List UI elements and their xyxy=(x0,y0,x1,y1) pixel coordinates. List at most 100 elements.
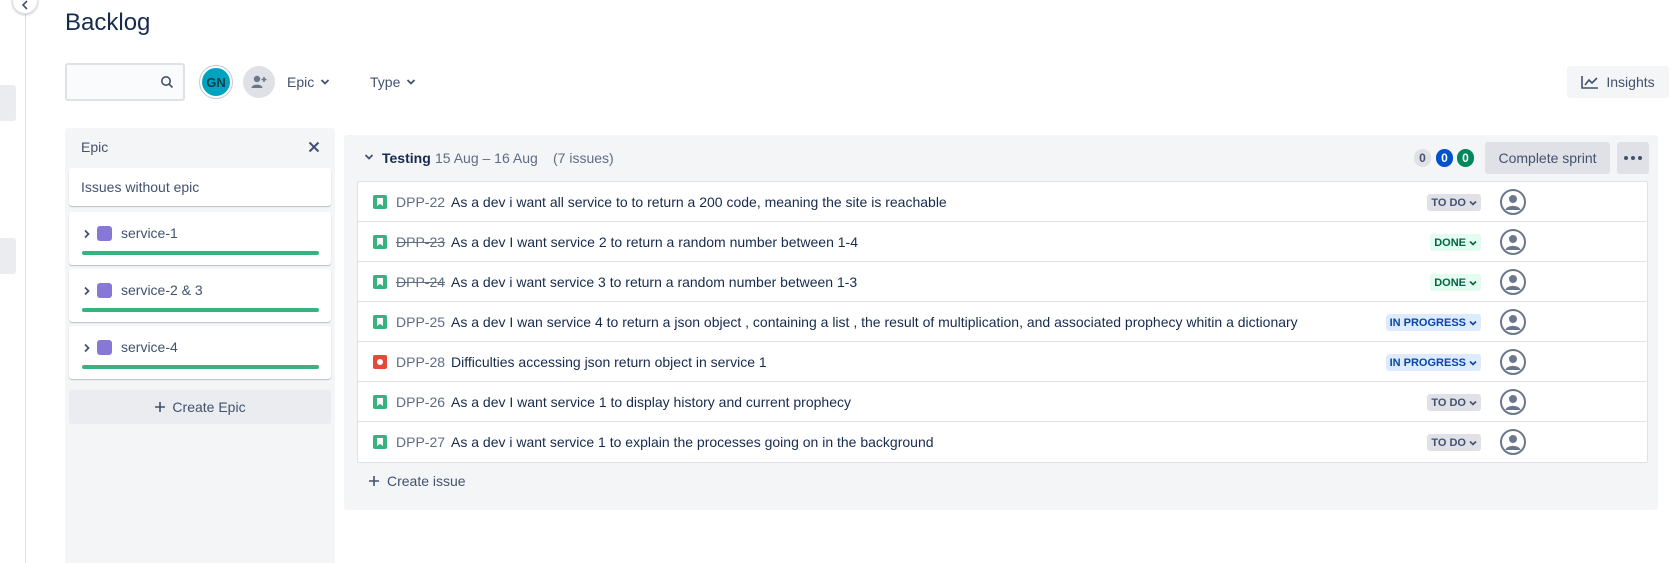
issue-row[interactable]: DPP-24 As a dev i want service 3 to retur… xyxy=(358,262,1647,302)
issue-key[interactable]: DPP-22 xyxy=(396,194,445,210)
chevron-down-icon xyxy=(1469,399,1477,407)
issue-summary[interactable]: As a dev i want service 1 to explain the… xyxy=(451,434,934,450)
issue-row[interactable]: DPP-25 As a dev I wan service 4 to return… xyxy=(358,302,1647,342)
more-actions-button[interactable] xyxy=(1617,142,1649,174)
chevron-down-icon xyxy=(321,79,330,85)
create-epic-label: Create Epic xyxy=(172,399,246,415)
unassigned-avatar-icon[interactable] xyxy=(1500,189,1526,215)
status-dropdown[interactable]: IN PROGRESS xyxy=(1385,354,1481,371)
issue-key[interactable]: DPP-23 xyxy=(396,234,445,250)
status-dropdown[interactable]: TO DO xyxy=(1427,434,1481,451)
epic-name: service-4 xyxy=(121,339,178,355)
status-label: DONE xyxy=(1434,276,1466,289)
page-title: Backlog xyxy=(65,9,151,36)
bug-icon xyxy=(373,355,387,369)
unassigned-avatar-icon[interactable] xyxy=(1500,349,1526,375)
issue-list: DPP-22 As a dev i want all service to to … xyxy=(357,181,1648,463)
chevron-down-icon xyxy=(1469,439,1477,447)
search-input[interactable] xyxy=(65,63,185,101)
epic-filter-dropdown[interactable]: Epic xyxy=(287,70,330,94)
status-dropdown[interactable]: TO DO xyxy=(1427,394,1481,411)
epic-item[interactable]: service-1 xyxy=(69,212,331,265)
epic-color-swatch xyxy=(97,226,112,241)
unassigned-avatar-icon[interactable] xyxy=(1500,389,1526,415)
backlog-page: Backlog GN Epic Type Insights Epic Issue… xyxy=(0,0,1678,563)
avatar[interactable]: GN xyxy=(200,66,232,98)
todo-points-badge: 0 xyxy=(1414,149,1431,167)
chevron-down-icon[interactable] xyxy=(364,152,374,162)
done-points-badge: 0 xyxy=(1457,149,1474,167)
story-icon xyxy=(373,435,387,449)
chevron-down-icon xyxy=(1469,319,1477,327)
issue-summary[interactable]: As a dev I wan service 4 to return a jso… xyxy=(451,314,1298,330)
issue-summary[interactable]: As a dev I want service 1 to display his… xyxy=(451,394,851,410)
issue-summary[interactable]: Difficulties accessing json return objec… xyxy=(451,354,767,370)
chevron-down-icon xyxy=(1469,359,1477,367)
epic-item[interactable]: service-2 & 3 xyxy=(69,269,331,322)
status-label: TO DO xyxy=(1431,436,1466,449)
epic-color-swatch xyxy=(97,283,112,298)
filter-label: Type xyxy=(370,74,401,90)
chart-line-icon xyxy=(1581,76,1599,89)
status-dropdown[interactable]: DONE xyxy=(1430,234,1481,251)
story-icon xyxy=(373,275,387,289)
issue-key[interactable]: DPP-25 xyxy=(396,314,445,330)
type-filter-dropdown[interactable]: Type xyxy=(370,70,416,94)
issue-row[interactable]: DPP-28 Difficulties accessing json return… xyxy=(358,342,1647,382)
issue-summary[interactable]: As a dev I want service 2 to return a ra… xyxy=(451,234,858,250)
status-label: IN PROGRESS xyxy=(1389,316,1466,329)
status-dropdown[interactable]: TO DO xyxy=(1427,194,1481,211)
story-icon xyxy=(373,315,387,329)
unassigned-avatar-icon[interactable] xyxy=(1500,229,1526,255)
status-dropdown[interactable]: DONE xyxy=(1430,274,1481,291)
issue-row[interactable]: DPP-27 As a dev i want service 1 to expla… xyxy=(358,422,1647,462)
issue-key[interactable]: DPP-27 xyxy=(396,434,445,450)
close-icon[interactable] xyxy=(307,140,321,154)
complete-sprint-button[interactable]: Complete sprint xyxy=(1485,142,1610,174)
create-epic-button[interactable]: Create Epic xyxy=(69,390,331,424)
insights-label: Insights xyxy=(1606,74,1655,90)
story-icon xyxy=(373,235,387,249)
filter-label: Epic xyxy=(287,74,315,90)
issue-row[interactable]: DPP-23 As a dev I want service 2 to retur… xyxy=(358,222,1647,262)
create-issue-button[interactable]: Create issue xyxy=(368,473,466,489)
search-icon xyxy=(161,76,174,89)
chevron-left-icon xyxy=(21,0,28,10)
status-label: DONE xyxy=(1434,236,1466,249)
issue-row[interactable]: DPP-22 As a dev i want all service to to … xyxy=(358,182,1647,222)
chevron-right-icon[interactable] xyxy=(82,286,92,296)
epic-panel: Epic Issues without epic service-1 servi… xyxy=(65,128,335,563)
story-icon xyxy=(373,195,387,209)
status-label: TO DO xyxy=(1431,196,1466,209)
insights-button[interactable]: Insights xyxy=(1567,66,1669,98)
create-issue-label: Create issue xyxy=(387,473,466,489)
in-progress-points-badge: 0 xyxy=(1436,149,1453,167)
issue-key[interactable]: DPP-24 xyxy=(396,274,445,290)
status-dropdown[interactable]: IN PROGRESS xyxy=(1385,314,1481,331)
unassigned-avatar-icon[interactable] xyxy=(1500,309,1526,335)
issue-summary[interactable]: As a dev i want all service to to return… xyxy=(451,194,947,210)
add-person-icon xyxy=(251,75,267,88)
chevron-down-icon xyxy=(1469,239,1477,247)
status-label: TO DO xyxy=(1431,396,1466,409)
more-icon xyxy=(1624,156,1642,160)
issue-row[interactable]: DPP-26 As a dev I want service 1 to displ… xyxy=(358,382,1647,422)
plus-icon xyxy=(155,402,166,412)
sprint-name[interactable]: Testing xyxy=(382,150,431,166)
add-people-button[interactable] xyxy=(243,66,275,98)
issue-key[interactable]: DPP-28 xyxy=(396,354,445,370)
issue-key[interactable]: DPP-26 xyxy=(396,394,445,410)
unassigned-avatar-icon[interactable] xyxy=(1500,269,1526,295)
issues-without-epic[interactable]: Issues without epic xyxy=(69,168,331,206)
chevron-right-icon[interactable] xyxy=(82,229,92,239)
unassigned-avatar-icon[interactable] xyxy=(1500,429,1526,455)
sprint-panel: Testing 15 Aug – 16 Aug (7 issues) 0 0 0… xyxy=(344,135,1658,510)
epic-item[interactable]: service-4 xyxy=(69,326,331,379)
rail-nav-marker[interactable] xyxy=(0,85,16,121)
chevron-right-icon[interactable] xyxy=(82,343,92,353)
issue-summary[interactable]: As a dev i want service 3 to return a ra… xyxy=(451,274,857,290)
epic-name: service-2 & 3 xyxy=(121,282,203,298)
epic-color-swatch xyxy=(97,340,112,355)
epic-progress-bar xyxy=(82,308,319,312)
rail-nav-marker[interactable] xyxy=(0,238,16,274)
